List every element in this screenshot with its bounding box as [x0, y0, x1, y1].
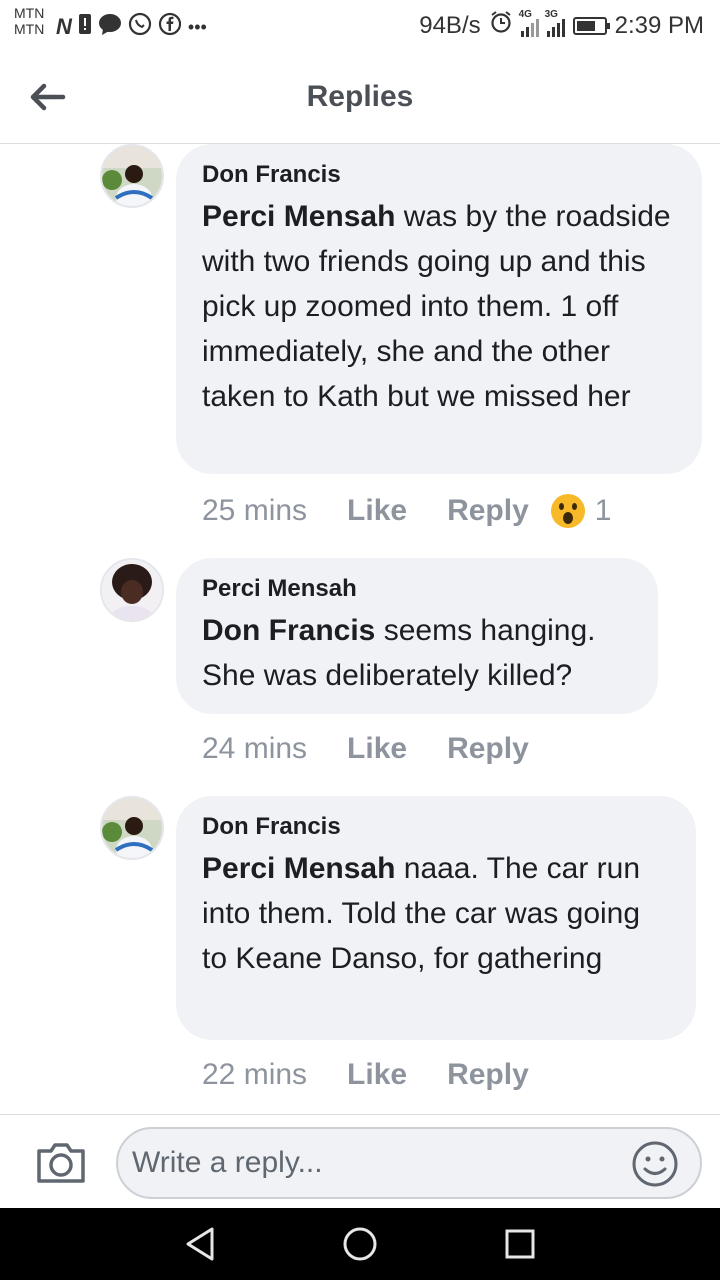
circle-home-icon	[343, 1227, 377, 1261]
mention-link[interactable]: Perci Mensah	[202, 852, 395, 885]
carrier-1: MTN	[14, 5, 45, 21]
smiley-icon	[632, 1141, 678, 1187]
status-right: 94B/s 4G 3G 2:39 PM	[419, 9, 704, 41]
comment-time[interactable]: 22 mins	[202, 1058, 307, 1092]
nav-back-button[interactable]	[180, 1224, 220, 1264]
comment-time[interactable]: 25 mins	[202, 494, 307, 528]
comment-bubble[interactable]: Don Francis Perci Mensah was by the road…	[176, 144, 702, 474]
signal-1-icon: 4G	[519, 9, 539, 37]
carrier-2: MTN	[14, 21, 45, 37]
like-button[interactable]: Like	[347, 494, 407, 528]
reaction-count: 1	[594, 494, 612, 527]
comment-actions: 22 mins Like Reply	[202, 1058, 529, 1092]
carrier-labels: MTN MTN	[14, 5, 44, 37]
nav-recents-button[interactable]	[500, 1224, 540, 1264]
mention-link[interactable]: Don Francis	[202, 614, 375, 647]
comment-bubble[interactable]: Don Francis Perci Mensah naaa. The car r…	[176, 796, 696, 1040]
reply-button[interactable]: Reply	[447, 494, 529, 528]
comment-text: Perci Mensah was by the roadside with tw…	[202, 194, 676, 419]
alarm-icon	[489, 10, 513, 41]
signal-2-icon: 3G	[545, 9, 565, 37]
comment-time[interactable]: 24 mins	[202, 732, 307, 766]
nav-home-button[interactable]	[340, 1224, 380, 1264]
camera-button[interactable]	[34, 1139, 88, 1187]
net-speed: 94B/s	[419, 11, 481, 39]
avatar[interactable]	[100, 144, 164, 208]
reply-input[interactable]	[116, 1127, 702, 1199]
clock: 2:39 PM	[614, 11, 704, 39]
comment-actions: 24 mins Like Reply	[202, 732, 529, 766]
comment-author[interactable]: Don Francis	[202, 812, 670, 842]
wow-icon	[550, 494, 585, 528]
comment-author[interactable]: Don Francis	[202, 160, 676, 190]
reaction-summary[interactable]: 1	[550, 494, 612, 528]
more-notifications-icon: •••	[187, 16, 207, 37]
square-recents-icon	[505, 1229, 535, 1259]
comment-text: Don Francis seems hanging. She was delib…	[202, 608, 632, 698]
facebook-icon	[158, 12, 182, 42]
page-title: Replies	[306, 80, 414, 113]
system-nav-bar	[0, 1208, 720, 1280]
triangle-back-icon	[186, 1227, 214, 1261]
status-bar: MTN MTN N ••• 94B/s 4G 3G 2:39 PM	[0, 0, 720, 50]
like-button[interactable]: Like	[347, 732, 407, 766]
app-header: Replies	[0, 50, 720, 144]
notification-icons: N •••	[56, 12, 207, 42]
comment-text: Perci Mensah naaa. The car run into them…	[202, 846, 670, 981]
reply-composer	[0, 1114, 720, 1208]
whatsapp-icon	[128, 12, 152, 42]
messenger-icon	[98, 13, 122, 41]
avatar[interactable]	[100, 558, 164, 622]
battery-icon	[572, 16, 610, 35]
avatar[interactable]	[100, 796, 164, 860]
sim-alert-icon	[78, 13, 92, 41]
emoji-button[interactable]	[630, 1139, 680, 1189]
camera-icon	[37, 1143, 85, 1183]
reply-button[interactable]: Reply	[447, 1058, 529, 1092]
comment-bubble[interactable]: Perci Mensah Don Francis seems hanging. …	[176, 558, 658, 714]
comment-actions: 25 mins Like Reply 1	[202, 494, 611, 528]
comment-author[interactable]: Perci Mensah	[202, 574, 632, 604]
reply-button[interactable]: Reply	[447, 732, 529, 766]
network-n-icon: N	[56, 14, 72, 39]
like-button[interactable]: Like	[347, 1058, 407, 1092]
mention-link[interactable]: Perci Mensah	[202, 200, 395, 233]
